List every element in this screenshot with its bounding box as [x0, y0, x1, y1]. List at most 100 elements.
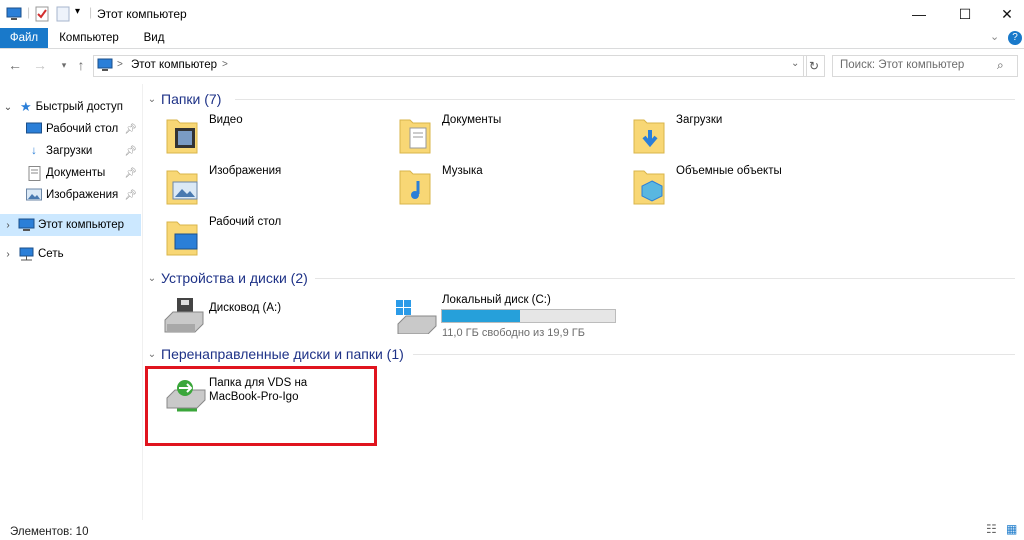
tab-view[interactable]: Вид	[134, 28, 174, 48]
star-icon: ★	[20, 99, 32, 114]
downloads-folder-icon	[633, 119, 665, 154]
up-button[interactable]: ↑	[72, 56, 90, 74]
minimize-button[interactable]: —	[896, 0, 942, 28]
breadcrumb-separator: >	[117, 59, 123, 70]
refresh-button[interactable]: ↻	[803, 55, 825, 77]
nav-label: Этот компьютер	[38, 219, 124, 231]
nav-item-network[interactable]: › Сеть	[0, 243, 141, 265]
close-icon: ✕	[1001, 5, 1013, 22]
address-dropdown-icon[interactable]: ⌄	[791, 58, 799, 69]
download-icon: ↓	[31, 145, 37, 157]
group-divider	[235, 99, 1015, 100]
up-arrow-icon: ↑	[77, 57, 85, 73]
maximize-button[interactable]: ☐	[942, 0, 988, 28]
nav-label: Документы	[46, 167, 106, 179]
nav-item-this-pc[interactable]: › Этот компьютер	[0, 214, 141, 236]
disk-usage-bar	[441, 309, 616, 323]
window-title: Этот компьютер	[97, 7, 187, 21]
chevron-down-icon: ⌄	[147, 93, 157, 105]
drive-item-floppy[interactable]: Дисковод (A:)	[143, 290, 369, 338]
local-disk-icon	[396, 300, 437, 334]
back-button[interactable]: ←	[6, 56, 24, 74]
chevron-down-icon: ⌄	[147, 272, 157, 284]
group-header-drives[interactable]: ⌄ Устройства и диски (2)	[143, 268, 308, 288]
drive-item-local-c[interactable]: Локальный диск (C:) 11,0 ГБ свободно из …	[376, 290, 636, 339]
folder-item-documents[interactable]: Документы	[376, 110, 602, 158]
pin-icon[interactable]: 📌︎	[124, 124, 137, 135]
folder-item-desktop[interactable]: Рабочий стол	[143, 212, 369, 260]
chevron-right-icon: ›	[6, 248, 10, 260]
tab-computer[interactable]: Компьютер	[52, 28, 126, 48]
navigation-pane: ⌄ ★ Быстрый доступ Рабочий стол 📌︎ ↓ Заг…	[0, 90, 142, 510]
group-header-redirected[interactable]: ⌄ Перенаправленные диски и папки (1)	[143, 344, 404, 364]
video-folder-icon	[166, 119, 198, 154]
search-input[interactable]: Поиск: Этот компьютер ⌕	[832, 55, 1018, 77]
customize-qa-icon[interactable]: ▾	[75, 6, 80, 17]
back-arrow-icon: ←	[8, 57, 22, 73]
separator: |	[89, 5, 93, 19]
breadcrumb-chevron-icon[interactable]: >	[222, 59, 228, 70]
address-row: ← → ▾ ↑ > Этот компьютер > ⌄ ↻ Поиск: Эт…	[0, 50, 1024, 80]
search-icon: ⌕	[997, 58, 1004, 72]
group-title: Папки (7)	[161, 91, 222, 107]
tab-file[interactable]: Файл	[0, 28, 48, 48]
desktop-folder-icon	[166, 221, 198, 256]
expand-ribbon-icon[interactable]: ⌄	[990, 30, 999, 43]
pin-icon[interactable]: 📌︎	[124, 146, 137, 157]
folder-item-music[interactable]: Музыка	[376, 161, 602, 209]
drive-label: Дисковод (A:)	[209, 302, 282, 314]
3d-objects-folder-icon	[633, 170, 665, 205]
folder-item-pictures[interactable]: Изображения	[143, 161, 369, 209]
chevron-down-icon: ⌄	[3, 101, 13, 113]
nav-label: Рабочий стол	[46, 123, 119, 135]
group-divider	[315, 278, 1015, 279]
nav-item-pictures[interactable]: Изображения 📌︎	[0, 184, 141, 206]
nav-item-documents[interactable]: Документы 📌︎	[0, 162, 141, 184]
forward-button[interactable]: →	[31, 56, 49, 74]
folder-item-downloads[interactable]: Загрузки	[610, 110, 836, 158]
computer-icon	[97, 58, 113, 71]
new-folder-icon[interactable]	[55, 6, 71, 22]
pictures-icon	[26, 188, 42, 201]
pictures-folder-icon	[166, 170, 198, 205]
recent-locations-button[interactable]: ▾	[55, 56, 73, 74]
item-count: Элементов: 10	[10, 526, 89, 538]
close-button[interactable]: ✕	[984, 0, 1024, 28]
folder-label: Загрузки	[676, 114, 723, 126]
music-folder-icon	[399, 170, 431, 205]
disk-free-text: 11,0 ГБ свободно из 19,9 ГБ	[442, 327, 585, 339]
group-header-folders[interactable]: ⌄ Папки (7)	[143, 89, 222, 109]
floppy-drive-icon	[164, 298, 204, 333]
highlight-box	[145, 366, 377, 446]
refresh-icon: ↻	[808, 59, 820, 73]
search-placeholder: Поиск: Этот компьютер	[840, 59, 965, 71]
folder-item-video[interactable]: Видео	[143, 110, 369, 158]
chevron-down-icon: ▾	[61, 59, 67, 70]
pin-icon[interactable]: 📌︎	[124, 168, 137, 179]
content-pane: ⌄ Папки (7) Видео Документы Загрузки Изо…	[143, 86, 1024, 510]
nav-item-desktop[interactable]: Рабочий стол 📌︎	[0, 118, 141, 140]
ribbon-tabs: Файл Компьютер Вид ⌄ ?	[0, 28, 1024, 49]
separator: |	[27, 5, 31, 19]
address-bar[interactable]: > Этот компьютер > ⌄	[93, 55, 807, 77]
details-view-icon[interactable]: ☷	[986, 522, 997, 536]
status-bar: Элементов: 10 ☷ ▦	[0, 520, 1024, 540]
tiles-view-icon[interactable]: ▦	[1006, 522, 1017, 536]
properties-icon[interactable]	[34, 6, 50, 22]
network-icon	[19, 247, 34, 261]
folder-item-3d-objects[interactable]: Объемные объекты	[610, 161, 836, 209]
title-bar: | ▾ | Этот компьютер — ☐ ✕	[0, 0, 1024, 28]
pin-icon[interactable]: 📌︎	[124, 190, 137, 201]
group-title: Устройства и диски (2)	[161, 270, 308, 286]
help-icon[interactable]: ?	[1008, 31, 1022, 45]
nav-quick-access[interactable]: ⌄ ★ Быстрый доступ	[0, 96, 141, 118]
drive-label: Локальный диск (C:)	[442, 294, 551, 306]
nav-item-downloads[interactable]: ↓ Загрузки 📌︎	[0, 140, 141, 162]
breadcrumb-this-pc[interactable]: Этот компьютер	[131, 59, 217, 71]
chevron-right-icon: ›	[6, 219, 10, 231]
nav-label: Сеть	[38, 248, 64, 260]
forward-arrow-icon: →	[33, 57, 47, 73]
nav-label: Быстрый доступ	[35, 101, 123, 113]
folder-label: Видео	[209, 114, 243, 126]
group-title: Перенаправленные диски и папки (1)	[161, 346, 404, 362]
